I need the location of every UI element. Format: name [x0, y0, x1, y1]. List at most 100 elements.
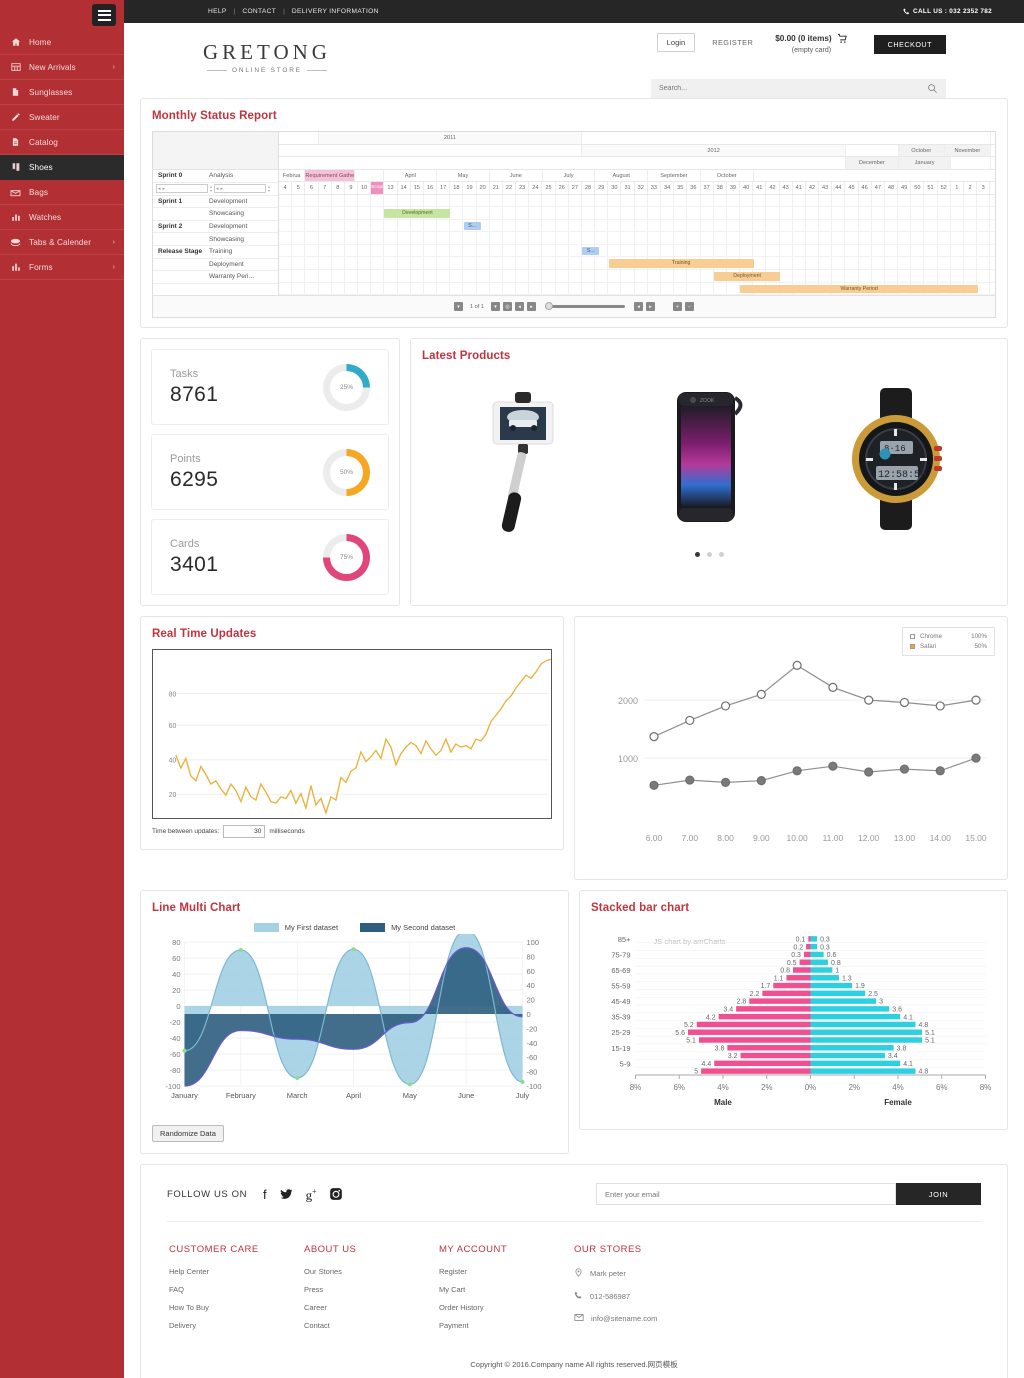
footer-link[interactable]: Press [304, 1285, 439, 1294]
legend-item-safari[interactable]: Safari 50% [910, 643, 987, 650]
sport-watch-product[interactable]: 8·16 12:58:59 [840, 384, 955, 534]
sidebar-item-forms[interactable]: Forms › [0, 255, 124, 280]
sidebar-item-tabs-calender[interactable]: Tabs & Calender › [0, 230, 124, 255]
gantt-task-row[interactable]: Showcasing [153, 208, 278, 221]
multichart-legend[interactable]: My First dataset My Second dataset [152, 923, 557, 933]
gantt-bar[interactable]: Deployment [714, 272, 781, 281]
right-arrow-icon[interactable]: ▸ [162, 186, 167, 192]
email-field[interactable] [596, 1183, 896, 1206]
instagram-icon[interactable] [329, 1187, 343, 1201]
scroll-right-button[interactable]: ▸ [646, 302, 655, 312]
product-carousel[interactable]: ZOOK 8·16 12:58:59 [422, 371, 996, 546]
legend-item[interactable]: My First dataset [253, 923, 338, 933]
gantt-resize-handle[interactable]: ◂ ▸ [214, 184, 267, 194]
gantt-bar[interactable]: S... [582, 246, 600, 256]
checkout-button[interactable]: CHECKOUT [873, 35, 946, 54]
gantt-bar[interactable]: Development [384, 209, 451, 218]
sidebar-item-catalog[interactable]: Catalog [0, 130, 124, 155]
cart-icon[interactable] [837, 33, 848, 44]
first-page-button[interactable]: ▾ [454, 302, 463, 312]
sidebar-item-watches[interactable]: Watches [0, 205, 124, 230]
gantt-task-row[interactable]: Showcasing [153, 233, 278, 246]
facebook-icon[interactable]: f [263, 1188, 267, 1201]
gantt-bar-row[interactable]: Development [279, 207, 995, 220]
sidebar-item-bags[interactable]: Bags [0, 180, 124, 205]
gantt-task-row[interactable]: Deployment [153, 259, 278, 272]
legend-item-chrome[interactable]: Chrome 100% [910, 633, 987, 640]
footer-link[interactable]: Contact [304, 1321, 439, 1330]
gantt-task-row[interactable]: Sprint 2 Development [153, 221, 278, 234]
gantt-bar[interactable]: Training [608, 259, 754, 268]
google-plus-icon[interactable]: g+ [306, 1187, 317, 1201]
spinner-updown[interactable]: ▴ ▾ [268, 184, 270, 193]
gantt-toolbar[interactable]: ▾ 1 of 1 ▾ ◎ ◂ ▸ ◂ ▸ + − [153, 295, 995, 318]
interval-input[interactable]: 30 [223, 825, 266, 839]
step-back-button[interactable]: ◂ [515, 302, 524, 312]
delivery-information-link[interactable]: DELIVERY INFORMATION [292, 8, 379, 15]
newsletter-form[interactable]: JOIN [596, 1183, 981, 1206]
gantt-chart[interactable]: Sprint 0 Analysis ◂ ▸ ▴ ▾ ◂ ▸ ▴ ▾ Sprint 1 Developm… [152, 131, 996, 319]
gantt-task-row[interactable]: Release Stage Training [153, 246, 278, 259]
gantt-resize-handle[interactable]: ◂ ▸ [156, 184, 208, 194]
logo[interactable]: GRETONG ONLINE STORE [203, 40, 331, 74]
footer-link[interactable]: FAQ [169, 1285, 304, 1294]
sidebar-item-sunglasses[interactable]: Sunglasses [0, 80, 124, 105]
gantt-spinner-row[interactable]: ◂ ▸ ▴ ▾ ◂ ▸ ▴ ▾ [153, 183, 278, 196]
search-icon[interactable] [927, 83, 938, 94]
zoom-slider-knob[interactable] [545, 302, 553, 311]
carousel-dot[interactable] [694, 552, 700, 558]
cart-summary[interactable]: $0.00 (0 items) (empty card) [775, 33, 847, 54]
twitter-icon[interactable] [279, 1188, 294, 1201]
footer-link[interactable]: Career [304, 1303, 439, 1312]
gantt-bar-row[interactable]: S... [279, 245, 995, 258]
sidebar-item-shoes[interactable]: Shoes [0, 155, 124, 180]
randomize-data-button[interactable]: Randomize Data [152, 1125, 224, 1143]
footer-link[interactable]: My Cart [439, 1285, 574, 1294]
browser-usage-legend[interactable]: Chrome 100% Safari 50% [902, 627, 995, 657]
footer-link[interactable]: Help Center [169, 1267, 304, 1276]
gantt-bar-row[interactable] [279, 195, 995, 208]
gantt-timeline-body[interactable]: Development S... S... Training Deployment War… [279, 194, 995, 296]
spinner-updown[interactable]: ▴ ▾ [210, 184, 212, 193]
footer-link[interactable]: Order History [439, 1303, 574, 1312]
gantt-task-row[interactable]: Warranty Peri... [153, 271, 278, 284]
expand-button[interactable]: + [673, 302, 682, 312]
right-arrow-icon[interactable]: ▸ [220, 186, 225, 192]
gantt-timeline[interactable]: 2011 2012 October November December January Fe… [279, 132, 995, 296]
carousel-dots[interactable] [422, 552, 996, 558]
gantt-bar-row[interactable]: Training [279, 257, 995, 271]
footer-link[interactable]: Delivery [169, 1321, 304, 1330]
carousel-dot[interactable] [718, 552, 724, 558]
sidebar-item-sweater[interactable]: Sweater [0, 105, 124, 130]
settings-button[interactable]: ◎ [503, 302, 512, 312]
footer-link[interactable]: Register [439, 1267, 574, 1276]
gantt-bar[interactable]: S... [463, 221, 481, 231]
help-link[interactable]: HELP [208, 8, 227, 15]
register-link[interactable]: REGISTER [712, 38, 753, 47]
legend-item[interactable]: My Second dataset [360, 923, 455, 933]
login-button[interactable]: Login [656, 33, 696, 52]
footer-link[interactable]: Our Stories [304, 1267, 439, 1276]
selfie-stick-product[interactable] [463, 384, 578, 534]
bluetooth-speaker-product[interactable]: ZOOK [659, 384, 759, 534]
footer-link[interactable]: Payment [439, 1321, 574, 1330]
sidebar-item-new-arrivals[interactable]: New Arrivals › [0, 55, 124, 80]
sidebar-item-home[interactable]: Home [0, 30, 124, 55]
contact-link[interactable]: CONTACT [242, 8, 276, 15]
gantt-bar-row[interactable]: Deployment [279, 270, 995, 283]
collapse-button[interactable]: − [685, 302, 694, 312]
gantt-bar-row[interactable] [279, 232, 995, 245]
step-forward-button[interactable]: ▸ [527, 302, 536, 312]
gantt-task-row[interactable]: Sprint 1 Development [153, 196, 278, 209]
scroll-left-button[interactable]: ◂ [634, 302, 643, 312]
next-page-button[interactable]: ▾ [491, 302, 500, 312]
join-button[interactable]: JOIN [896, 1183, 981, 1206]
gantt-bar[interactable]: Warranty Period [740, 284, 978, 294]
footer-link[interactable]: How To Buy [169, 1303, 304, 1312]
gantt-task-row[interactable]: Sprint 0 Analysis [153, 170, 278, 183]
gantt-bar-row[interactable]: Warranty Period [279, 283, 995, 296]
zoom-slider[interactable] [545, 302, 625, 311]
gantt-bar-row[interactable]: S... [279, 220, 995, 233]
search-input[interactable] [659, 85, 909, 92]
search-bar[interactable] [651, 79, 946, 98]
